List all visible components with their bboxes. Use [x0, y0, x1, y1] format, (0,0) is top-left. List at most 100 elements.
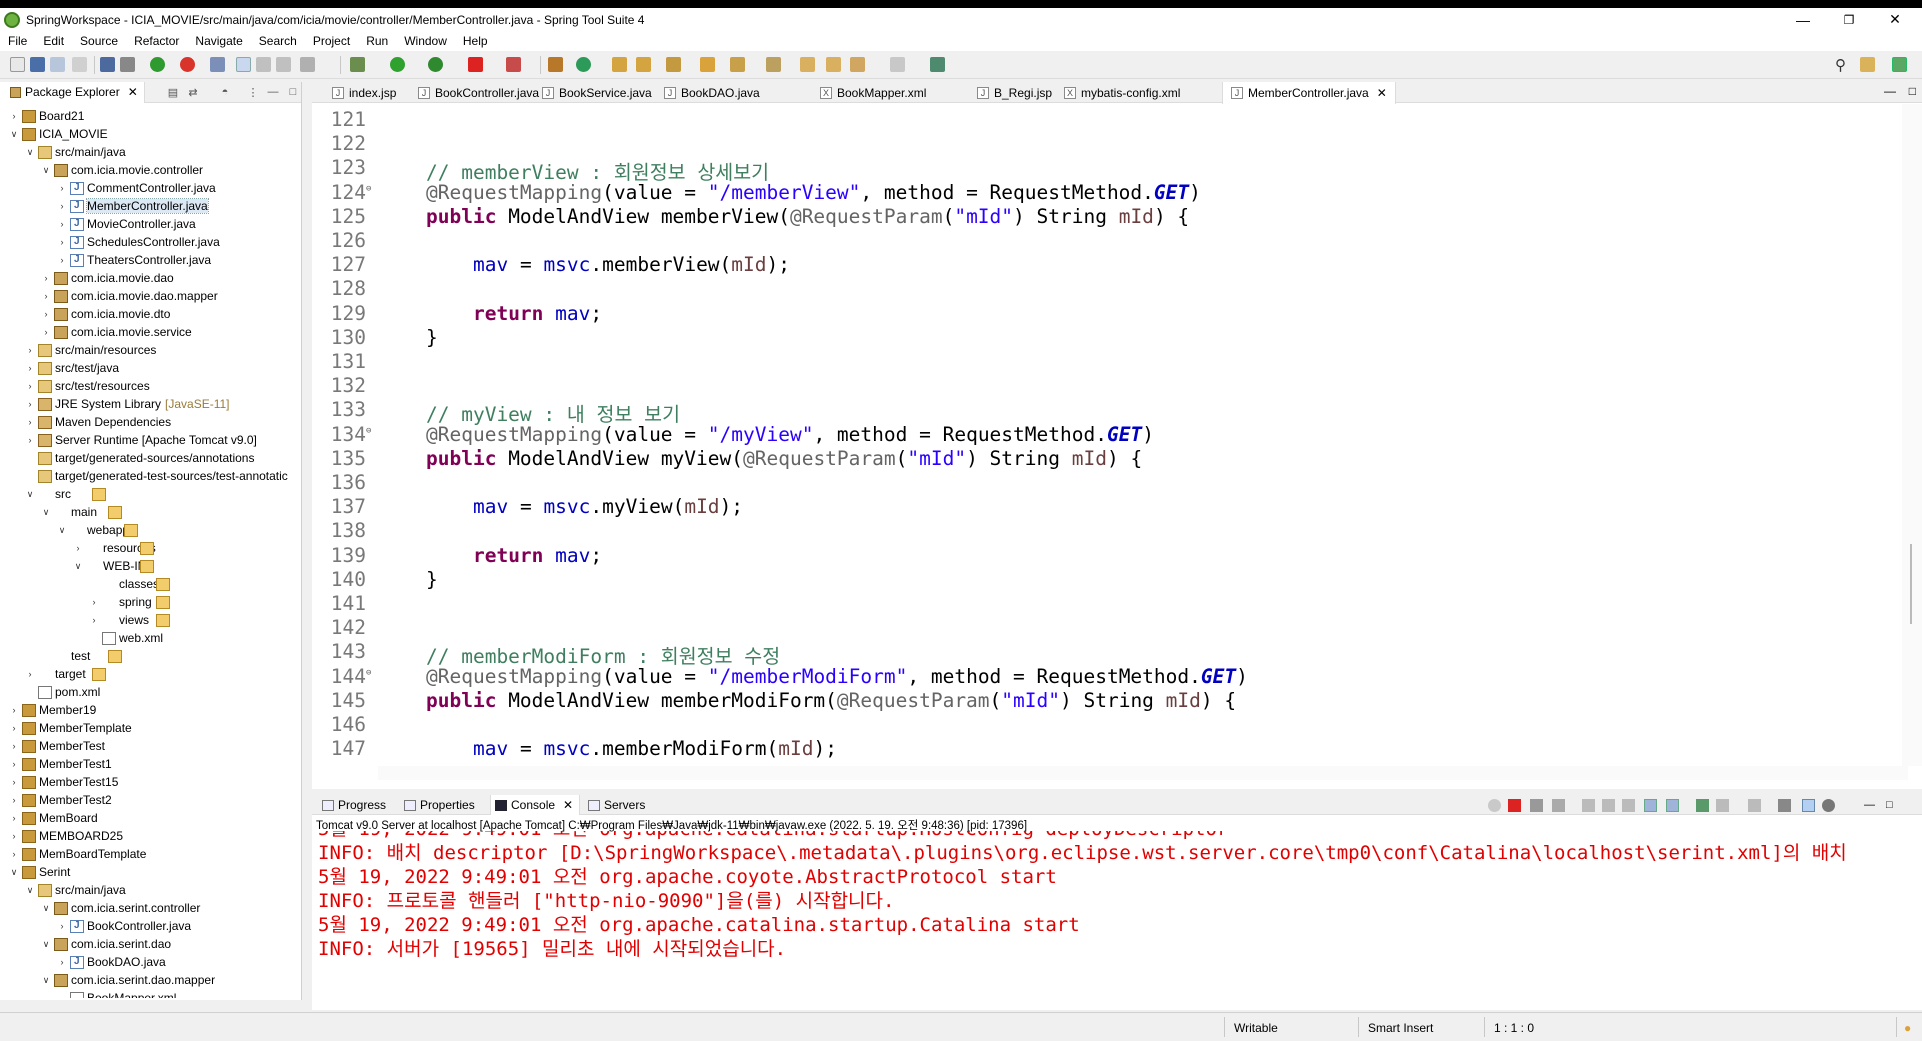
tree-item[interactable]: ∨ com.icia.serint.controller [40, 899, 201, 917]
last-edit-icon[interactable] [800, 57, 815, 72]
new-console-icon[interactable] [1748, 799, 1761, 812]
chevron-right-icon[interactable]: › [24, 380, 36, 392]
link-with-editor-icon[interactable]: ⇄ [186, 85, 200, 99]
spring-starter-icon[interactable] [180, 57, 195, 72]
chevron-right-icon[interactable]: › [8, 830, 20, 842]
chevron-right-icon[interactable]: › [24, 668, 36, 680]
maximize-view-icon[interactable]: □ [1886, 799, 1899, 812]
remove-all-terminated-icon[interactable] [1552, 799, 1565, 812]
search-icon[interactable]: ⚲ [1835, 56, 1846, 74]
tab-package-explorer[interactable]: Package Explorer ✕ [0, 81, 145, 103]
tree-item[interactable]: ∨ ICIA_MOVIE [8, 125, 108, 143]
chevron-right-icon[interactable]: › [24, 434, 36, 446]
chevron-down-icon[interactable]: ∨ [24, 884, 36, 896]
tree-item[interactable]: › SchedulesController.java [56, 233, 220, 251]
chevron-right-icon[interactable]: › [72, 542, 84, 554]
menu-refactor[interactable]: Refactor [126, 34, 187, 48]
clear-console-icon[interactable] [1582, 799, 1595, 812]
next-annotation-icon[interactable] [730, 57, 745, 72]
display-console-icon[interactable] [1716, 799, 1729, 812]
tree-item[interactable]: › spring [88, 593, 170, 611]
tree-item[interactable]: ∨ com.icia.movie.controller [40, 161, 203, 179]
tree-item[interactable]: › views [88, 611, 170, 629]
tree-item[interactable]: pom.xml [24, 683, 100, 701]
chevron-down-icon[interactable]: ∨ [24, 146, 36, 158]
chevron-right-icon[interactable]: › [24, 416, 36, 428]
editor-tab[interactable]: X BookMapper.xml [812, 82, 934, 103]
chevron-down-icon[interactable]: ∨ [24, 488, 36, 500]
fold-toggle-icon[interactable]: ⊖ [366, 426, 378, 436]
tree-item[interactable]: › BookDAO.java [56, 953, 166, 971]
chevron-right-icon[interactable]: › [8, 110, 20, 122]
print-icon[interactable] [72, 57, 87, 72]
tree-item[interactable]: › MEMBOARD25 [8, 827, 124, 845]
chevron-right-icon[interactable]: › [24, 362, 36, 374]
tree-item[interactable]: ∨ com.icia.serint.dao.mapper [40, 971, 215, 989]
tree-item[interactable]: ∨ src/main/java [24, 881, 126, 899]
chevron-right-icon[interactable]: › [24, 398, 36, 410]
tree-item[interactable]: › Server Runtime [Apache Tomcat v9.0] [24, 431, 257, 449]
collapse-all-icon[interactable]: ▤ [166, 85, 180, 99]
scroll-lock-icon[interactable] [1602, 799, 1615, 812]
chevron-right-icon[interactable]: › [56, 236, 68, 248]
chevron-down-icon[interactable]: ∨ [8, 866, 20, 878]
tree-item[interactable]: › MemberTest2 [8, 791, 112, 809]
edit-icon[interactable] [666, 57, 681, 72]
tab-console[interactable]: Console ✕ [490, 795, 580, 815]
maximize-view-icon[interactable]: □ [286, 85, 300, 99]
minimize-button[interactable]: — [1780, 8, 1826, 31]
chevron-right-icon[interactable]: › [8, 848, 20, 860]
tree-item[interactable]: › MemberTest15 [8, 773, 119, 791]
tree-item[interactable]: › Board21 [8, 107, 85, 125]
menu-search[interactable]: Search [251, 34, 305, 48]
menu-source[interactable]: Source [72, 34, 126, 48]
run-icon[interactable] [390, 57, 405, 72]
skip-breakpoints-icon[interactable] [120, 57, 135, 72]
forward-icon[interactable] [890, 57, 905, 72]
tree-item[interactable]: classes [88, 575, 170, 593]
tab-servers[interactable]: Servers [584, 795, 654, 815]
maximize-view-icon[interactable]: □ [1909, 84, 1916, 98]
tree-item[interactable]: ∨ webapp [56, 521, 138, 539]
close-icon[interactable]: ✕ [563, 798, 573, 812]
chevron-down-icon[interactable]: ∨ [40, 164, 52, 176]
tree-item[interactable]: › MovieController.java [56, 215, 196, 233]
tab-progress[interactable]: Progress [318, 795, 396, 815]
tree-item[interactable]: › MemBoard [8, 809, 98, 827]
copy-icon[interactable] [1778, 799, 1791, 812]
chevron-right-icon[interactable]: › [40, 308, 52, 320]
tree-item[interactable]: › MemberController.java [56, 197, 209, 215]
editor-tab[interactable]: J BookDAO.java [656, 82, 768, 103]
tree-item[interactable]: › com.icia.movie.dto [40, 305, 171, 323]
show-stderr-icon[interactable] [1666, 799, 1679, 812]
tree-item[interactable]: target/generated-test-sources/test-annot… [24, 467, 288, 485]
tree-item[interactable]: › TheatersController.java [56, 251, 212, 269]
editor-tab[interactable]: J MemberController.java ✕ [1222, 82, 1396, 104]
tree-item[interactable]: › Maven Dependencies [24, 413, 172, 431]
chevron-down-icon[interactable]: ∨ [56, 524, 68, 536]
previous-annotation-icon[interactable] [766, 57, 781, 72]
tree-item[interactable]: › target [24, 665, 106, 683]
chevron-right-icon[interactable]: › [56, 956, 68, 968]
editor-tab[interactable]: J BookService.java [534, 82, 660, 103]
run-external-icon[interactable] [428, 57, 443, 72]
save-all-icon[interactable] [50, 57, 65, 72]
debug-icon[interactable] [350, 57, 365, 72]
spring-perspective-icon[interactable] [1892, 57, 1907, 72]
stop-icon[interactable] [468, 57, 483, 72]
new-icon[interactable] [10, 57, 25, 72]
new-java-project-icon[interactable] [548, 57, 563, 72]
view-menu-icon[interactable]: ⋮ [246, 85, 260, 99]
editor-vertical-scrollbar[interactable] [1902, 104, 1922, 766]
restore-button[interactable]: ❐ [1826, 8, 1872, 31]
code-editor[interactable]: 121 122 123// memberView : 회원정보 상세보기 124 ⊖ @R… [312, 104, 1902, 764]
back-history-icon[interactable] [826, 57, 841, 72]
tree-item[interactable]: ∨ com.icia.serint.dao [40, 935, 171, 953]
back-icon[interactable] [850, 57, 865, 72]
toggle-block-icon[interactable] [256, 57, 271, 72]
chevron-right-icon[interactable]: › [8, 740, 20, 752]
tab-properties[interactable]: Properties [400, 795, 486, 815]
chevron-down-icon[interactable]: ∨ [40, 938, 52, 950]
tree-item[interactable]: › src/main/resources [24, 341, 157, 359]
server-icon[interactable] [506, 57, 521, 72]
